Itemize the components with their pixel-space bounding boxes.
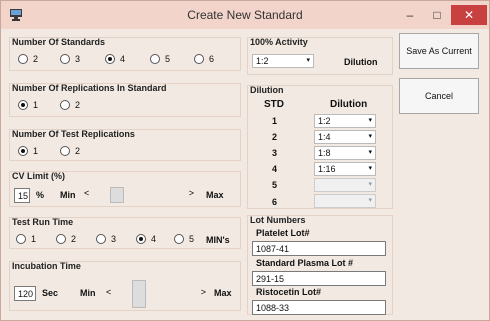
radio-standards-4[interactable]: 4 <box>105 54 125 64</box>
cv-min-label: Min <box>60 190 76 200</box>
slider-right-arrow[interactable]: > <box>201 287 206 297</box>
group-title: Number Of Standards <box>12 37 106 47</box>
radio-replications-1[interactable]: 1 <box>18 100 38 110</box>
cancel-button[interactable]: Cancel <box>399 78 479 114</box>
number-of-standards-group: Number Of Standards 2 3 4 5 6 <box>9 37 241 71</box>
radio-run-time-4[interactable]: 4 <box>136 234 156 244</box>
radio-standards-2[interactable]: 2 <box>18 54 38 64</box>
incubation-time-slider[interactable]: < > <box>106 280 206 308</box>
slider-thumb[interactable] <box>110 187 124 203</box>
dilution-select-5: ▾ <box>314 178 376 192</box>
incubation-time-input[interactable]: 120 <box>14 286 36 301</box>
radio-test-replications-1[interactable]: 1 <box>18 146 38 156</box>
platelet-lot-label: Platelet Lot# <box>256 228 310 238</box>
close-button[interactable]: ✕ <box>451 5 487 25</box>
activity-dilution-select[interactable]: 1:2 ▾ <box>252 54 314 68</box>
create-new-standard-window: Create New Standard – □ ✕ Number Of Stan… <box>0 0 490 321</box>
dilution-select-1[interactable]: 1:2 ▾ <box>314 114 376 128</box>
std-number: 3 <box>272 148 278 158</box>
group-title: Dilution <box>250 85 284 95</box>
slider-left-arrow[interactable]: < <box>106 287 111 297</box>
ristocetin-lot-label: Ristocetin Lot# <box>256 287 322 297</box>
test-replications-group: Number Of Test Replications 1 2 <box>9 129 241 161</box>
lot-numbers-group: Lot Numbers Platelet Lot# 1087-41 Standa… <box>247 215 393 315</box>
chevron-down-icon: ▾ <box>368 197 372 204</box>
std-number: 2 <box>272 132 278 142</box>
run-time-unit-label: MIN's <box>206 235 230 245</box>
cv-max-label: Max <box>206 190 224 200</box>
test-run-time-group: Test Run Time 1 2 3 4 5 MIN's <box>9 217 241 249</box>
activity-dilution-label: Dilution <box>344 57 378 67</box>
plasma-lot-label: Standard Plasma Lot # <box>256 258 354 268</box>
group-title: Number Of Test Replications <box>12 129 135 139</box>
title-bar: Create New Standard – □ ✕ <box>1 1 489 29</box>
cv-unit-label: % <box>36 190 45 200</box>
chevron-down-icon: ▾ <box>368 149 372 156</box>
radio-replications-2[interactable]: 2 <box>60 100 80 110</box>
chevron-down-icon: ▾ <box>368 117 372 124</box>
platelet-lot-input[interactable]: 1087-41 <box>252 241 386 256</box>
group-title: Lot Numbers <box>250 215 306 225</box>
incubation-max-label: Max <box>214 288 232 298</box>
std-column-header: STD <box>264 99 284 110</box>
radio-standards-6[interactable]: 6 <box>194 54 214 64</box>
std-number: 4 <box>272 164 278 174</box>
chevron-down-icon: ▾ <box>368 181 372 188</box>
maximize-button[interactable]: □ <box>423 5 451 25</box>
minimize-button[interactable]: – <box>396 5 424 25</box>
slider-right-arrow[interactable]: > <box>189 188 194 198</box>
std-number: 6 <box>272 197 278 207</box>
radio-run-time-1[interactable]: 1 <box>16 234 36 244</box>
slider-left-arrow[interactable]: < <box>84 188 89 198</box>
group-title: Number Of Replications In Standard <box>12 83 167 93</box>
dilution-select-3[interactable]: 1:8 ▾ <box>314 146 376 160</box>
radio-test-replications-2[interactable]: 2 <box>60 146 80 156</box>
ristocetin-lot-input[interactable]: 1088-33 <box>252 300 386 315</box>
std-number: 5 <box>272 180 278 190</box>
save-as-current-button[interactable]: Save As Current <box>399 33 479 69</box>
cv-limit-group: CV Limit (%) 15 % Min < > Max <box>9 171 241 207</box>
dilution-select-6: ▾ <box>314 194 376 208</box>
radio-run-time-5[interactable]: 5 <box>174 234 194 244</box>
chevron-down-icon: ▾ <box>368 165 372 172</box>
group-title: Incubation Time <box>12 261 81 271</box>
incubation-time-group: Incubation Time 120 Sec Min < > Max <box>9 261 241 311</box>
cv-limit-input[interactable]: 15 <box>14 188 30 203</box>
dilution-select-4[interactable]: 1:16 ▾ <box>314 162 376 176</box>
radio-run-time-3[interactable]: 3 <box>96 234 116 244</box>
plasma-lot-input[interactable]: 291-15 <box>252 271 386 286</box>
group-title: Test Run Time <box>12 217 74 227</box>
slider-thumb[interactable] <box>132 280 146 308</box>
activity-group: 100% Activity 1:2 ▾ Dilution <box>247 37 393 75</box>
dilution-column-header: Dilution <box>330 99 368 110</box>
cv-limit-slider[interactable]: < > <box>84 187 194 203</box>
radio-run-time-2[interactable]: 2 <box>56 234 76 244</box>
dilution-select-2[interactable]: 1:4 ▾ <box>314 130 376 144</box>
radio-standards-3[interactable]: 3 <box>60 54 80 64</box>
radio-standards-5[interactable]: 5 <box>150 54 170 64</box>
std-number: 1 <box>272 116 278 126</box>
chevron-down-icon: ▾ <box>368 133 372 140</box>
incubation-min-label: Min <box>80 288 96 298</box>
incubation-unit-label: Sec <box>42 288 59 298</box>
replications-in-standard-group: Number Of Replications In Standard 1 2 <box>9 83 241 117</box>
group-title: 100% Activity <box>250 37 308 47</box>
dilution-group: Dilution STD Dilution 1 1:2 ▾ 2 1:4 ▾ 3 1:… <box>247 85 393 209</box>
chevron-down-icon: ▾ <box>306 57 310 64</box>
group-title: CV Limit (%) <box>12 171 65 181</box>
